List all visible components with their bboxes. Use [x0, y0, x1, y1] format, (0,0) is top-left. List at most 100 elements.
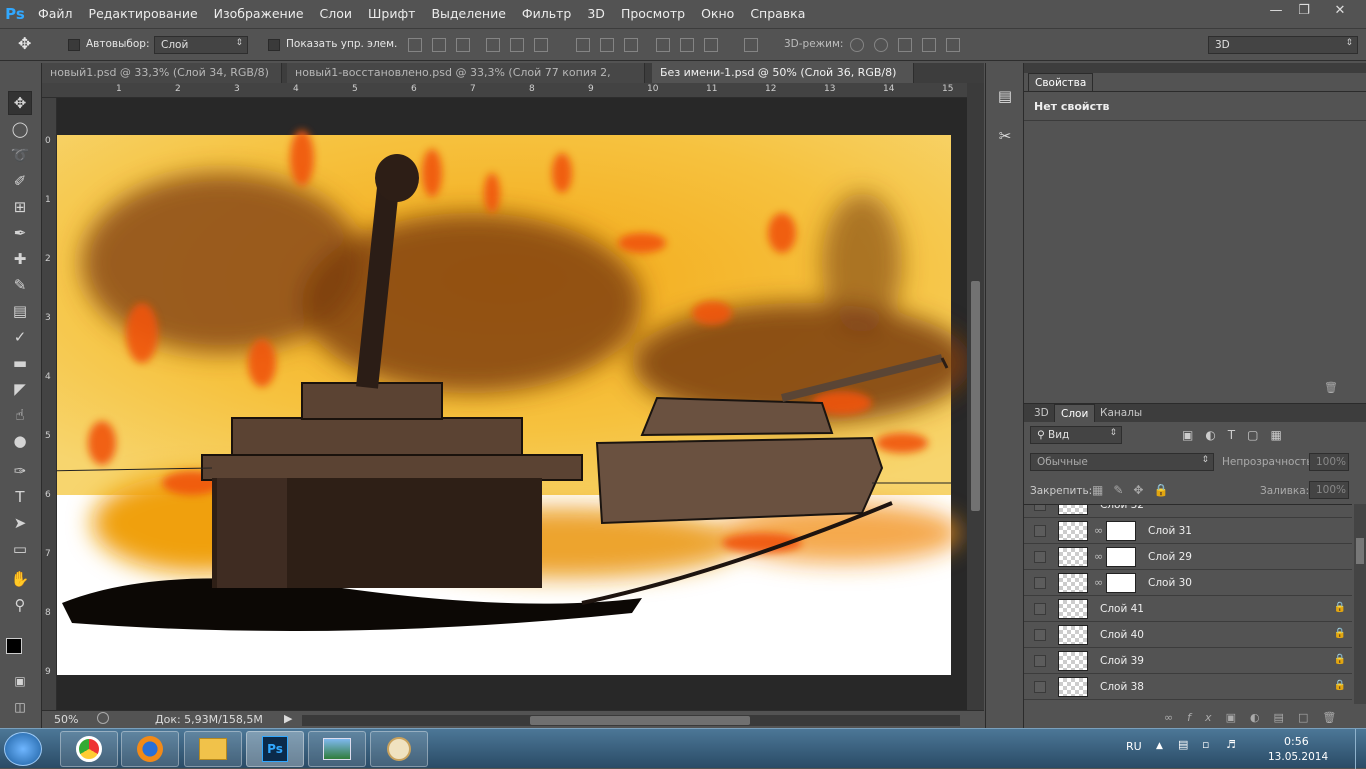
chrome-taskbar-button[interactable]: [60, 731, 118, 767]
tool-presets-icon[interactable]: ▤: [994, 87, 1016, 109]
canvas-area[interactable]: [42, 83, 967, 710]
layer-thumbnail[interactable]: [1058, 677, 1088, 697]
distribute-hcenter-icon[interactable]: [680, 38, 694, 52]
visibility-toggle[interactable]: [1034, 603, 1046, 615]
show-hidden-icons[interactable]: ▲: [1156, 741, 1163, 751]
distribute-vcenter-icon[interactable]: [600, 38, 614, 52]
visibility-toggle[interactable]: [1034, 629, 1046, 641]
layer-row[interactable]: Слой 38 🔒: [1024, 674, 1352, 700]
type-tool-icon[interactable]: T: [8, 485, 32, 509]
align-bottom-icon[interactable]: [456, 38, 470, 52]
close-icon[interactable]: ✕: [1320, 0, 1360, 20]
volume-icon[interactable]: ♬: [1226, 738, 1236, 751]
layer-thumbnail[interactable]: [1058, 505, 1088, 515]
eraser-tool-icon[interactable]: ▬: [8, 351, 32, 375]
quick-mask-icon[interactable]: ▣: [8, 669, 32, 693]
menu-item-10[interactable]: Окно: [693, 0, 742, 28]
paint-bucket-tool-icon[interactable]: ◤: [8, 377, 32, 401]
hand-tool-icon[interactable]: ✋: [8, 567, 32, 591]
distribute-top-icon[interactable]: [576, 38, 590, 52]
crop-tool-icon[interactable]: ⊞: [8, 195, 32, 219]
layer-actions[interactable]: ∞fx▣◐▤□🗑: [1164, 711, 1350, 724]
layer-row[interactable]: Слой 41 🔒: [1024, 596, 1352, 622]
3d-slide-icon[interactable]: [922, 38, 936, 52]
lasso-tool-icon[interactable]: ➰: [8, 143, 32, 167]
marquee-tool-icon[interactable]: ◯: [8, 117, 32, 141]
move-tool-icon[interactable]: ✥: [8, 91, 32, 115]
menu-item-6[interactable]: Выделение: [423, 0, 513, 28]
layer-row[interactable]: ∞ Слой 31: [1024, 518, 1352, 544]
menu-item-9[interactable]: Просмотр: [613, 0, 693, 28]
visibility-toggle[interactable]: [1034, 505, 1046, 511]
artwork-canvas[interactable]: [42, 83, 967, 710]
menu-item-4[interactable]: Слои: [312, 0, 361, 28]
move-tool-icon[interactable]: ✥: [18, 34, 31, 53]
link-icon[interactable]: ∞: [1094, 576, 1103, 589]
network-icon[interactable]: ▫: [1202, 738, 1209, 751]
layer-row[interactable]: ∞ Слой 30: [1024, 570, 1352, 596]
usb-icon[interactable]: ▤: [1178, 738, 1188, 751]
photoshop-taskbar-button[interactable]: Ps: [246, 731, 304, 767]
pen-tool-icon[interactable]: ✑: [8, 459, 32, 483]
autoselect-checkbox[interactable]: [68, 39, 80, 51]
zoom-level[interactable]: 50%: [54, 713, 78, 726]
show-controls-checkbox[interactable]: [268, 39, 280, 51]
lock-icons[interactable]: ▦✎✥🔒: [1092, 483, 1178, 497]
visibility-toggle[interactable]: [1034, 525, 1046, 537]
layer-filter-icons[interactable]: ▣◐T▢▦: [1182, 428, 1294, 442]
menu-item-5[interactable]: Шрифт: [360, 0, 423, 28]
brush-tool-icon[interactable]: ✎: [8, 273, 32, 297]
layer-mask-thumbnail[interactable]: [1106, 547, 1136, 567]
layer-thumbnail[interactable]: [1058, 573, 1088, 593]
path-select-tool-icon[interactable]: ➤: [8, 511, 32, 535]
tab-layers[interactable]: Слои: [1054, 404, 1096, 422]
tab-channels[interactable]: Каналы: [1094, 404, 1148, 422]
screen-mode-icon[interactable]: ◫: [8, 695, 32, 719]
workspace-dropdown[interactable]: 3D ⇕: [1208, 36, 1358, 54]
start-button[interactable]: [4, 732, 42, 766]
language-indicator[interactable]: RU: [1126, 740, 1142, 753]
distribute-bottom-icon[interactable]: [624, 38, 638, 52]
visibility-toggle[interactable]: [1034, 655, 1046, 667]
3d-pan-icon[interactable]: [898, 38, 912, 52]
layer-thumbnail[interactable]: [1058, 651, 1088, 671]
firefox-taskbar-button[interactable]: [121, 731, 179, 767]
blend-mode-dropdown[interactable]: Обычные ⇕: [1030, 453, 1214, 471]
visibility-toggle[interactable]: [1034, 577, 1046, 589]
minimize-icon[interactable]: —: [1262, 0, 1290, 20]
distribute-left-icon[interactable]: [656, 38, 670, 52]
fill-input[interactable]: 100%: [1309, 481, 1349, 499]
layer-thumbnail[interactable]: [1058, 547, 1088, 567]
clock-date[interactable]: 13.05.2014: [1268, 751, 1328, 763]
smudge-tool-icon[interactable]: ☝: [8, 403, 32, 427]
menu-item-7[interactable]: Фильтр: [514, 0, 579, 28]
menu-item-2[interactable]: Редактирование: [81, 0, 206, 28]
layer-mask-thumbnail[interactable]: [1106, 573, 1136, 593]
scissors-icon[interactable]: ✂: [994, 127, 1016, 149]
visibility-toggle[interactable]: [1034, 681, 1046, 693]
layer-thumbnail[interactable]: [1058, 521, 1088, 541]
eyedropper-tool-icon[interactable]: ✒: [8, 221, 32, 245]
align-vcenter-icon[interactable]: [432, 38, 446, 52]
doc-tab-2[interactable]: новый1-восстановлено.psd @ 33,3% (Слой 7…: [287, 63, 645, 99]
quick-select-tool-icon[interactable]: ✐: [8, 169, 32, 193]
tab-3d[interactable]: 3D: [1028, 404, 1055, 422]
history-brush-tool-icon[interactable]: ✓: [8, 325, 32, 349]
doc-tab-3[interactable]: Без имени-1.psd @ 50% (Слой 36, RGB/8) *…: [652, 63, 914, 99]
align-hcenter-icon[interactable]: [510, 38, 524, 52]
stamp-tool-icon[interactable]: ▤: [8, 299, 32, 323]
vertical-scrollbar[interactable]: [967, 83, 984, 710]
align-right-icon[interactable]: [534, 38, 548, 52]
autoselect-dropdown[interactable]: Слой ⇕: [154, 36, 248, 54]
3d-scale-icon[interactable]: [946, 38, 960, 52]
align-top-icon[interactable]: [408, 38, 422, 52]
horizontal-scrollbar[interactable]: [302, 715, 960, 726]
link-icon[interactable]: ∞: [1094, 524, 1103, 537]
hscroll-thumb[interactable]: [530, 716, 750, 725]
clock-time[interactable]: 0:56: [1284, 735, 1309, 748]
distribute-right-icon[interactable]: [704, 38, 718, 52]
status-arrow-icon[interactable]: ▶: [284, 712, 292, 725]
layer-thumbnail[interactable]: [1058, 625, 1088, 645]
opacity-input[interactable]: 100%: [1309, 453, 1349, 471]
photo-viewer-taskbar-button[interactable]: [308, 731, 366, 767]
